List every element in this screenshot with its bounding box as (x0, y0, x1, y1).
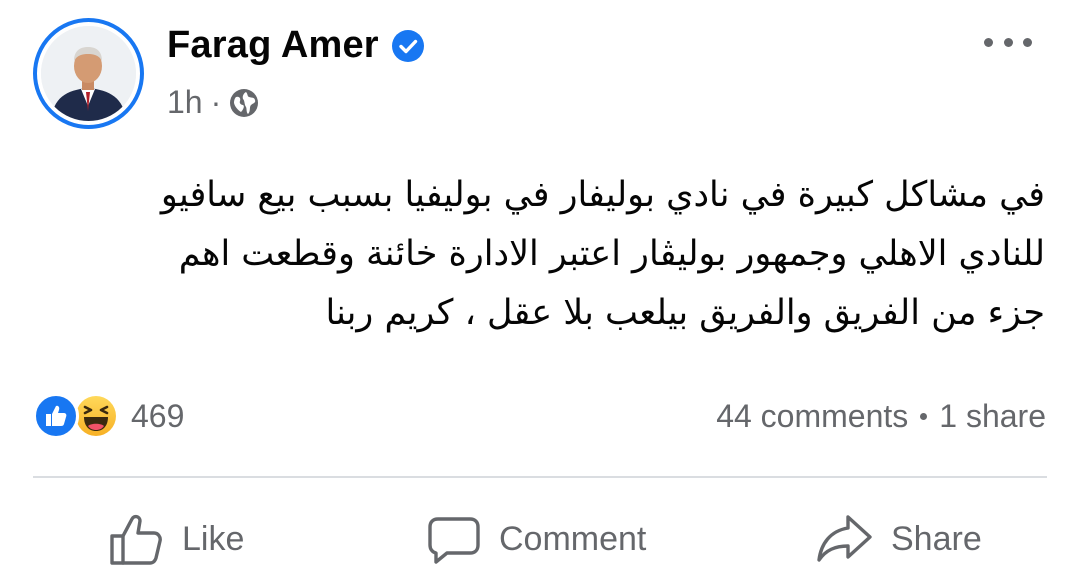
dot-separator (920, 413, 928, 420)
comments-count-link[interactable]: 44 comments (716, 398, 908, 435)
comment-label: Comment (499, 519, 647, 558)
like-label: Like (182, 519, 245, 558)
author-row: Farag Amer (167, 24, 425, 67)
post-time[interactable]: 1h (167, 84, 203, 121)
more-dot (1003, 37, 1013, 47)
more-options-icon[interactable] (978, 24, 1038, 60)
share-button[interactable]: Share (815, 500, 982, 578)
reactions-summary[interactable]: 469 (33, 393, 184, 439)
thumbs-up-icon (108, 511, 164, 567)
reaction-count: 469 (131, 397, 185, 434)
like-button[interactable]: Like (108, 500, 244, 578)
author-name[interactable]: Farag Amer (167, 24, 379, 67)
share-arrow-icon (815, 512, 873, 566)
share-label: Share (891, 519, 982, 558)
profile-avatar[interactable] (33, 18, 144, 129)
more-dot (1023, 37, 1032, 47)
comment-bubble-icon (427, 512, 481, 566)
avatar-image (41, 26, 136, 121)
post-body: في مشاكل كبيرة في نادي بوليفار في بوليفي… (160, 175, 1045, 333)
comment-button[interactable]: Comment (427, 500, 646, 578)
haha-reaction-icon (73, 393, 119, 439)
facebook-post: Farag Amer 1h · في مشاكل كبيرة في نادي ب… (0, 0, 1080, 588)
like-reaction-icon (33, 393, 79, 439)
divider (33, 476, 1047, 478)
engagement-summary: 44 comments 1 share (716, 398, 1046, 435)
more-dot (984, 37, 993, 47)
globe-icon[interactable] (229, 88, 259, 118)
shares-count-link[interactable]: 1 share (939, 398, 1046, 435)
action-bar: Like Comment Share (0, 500, 1080, 578)
meta-separator: · (210, 84, 222, 120)
verified-badge-icon (391, 29, 425, 63)
post-meta: 1h · (167, 84, 259, 121)
